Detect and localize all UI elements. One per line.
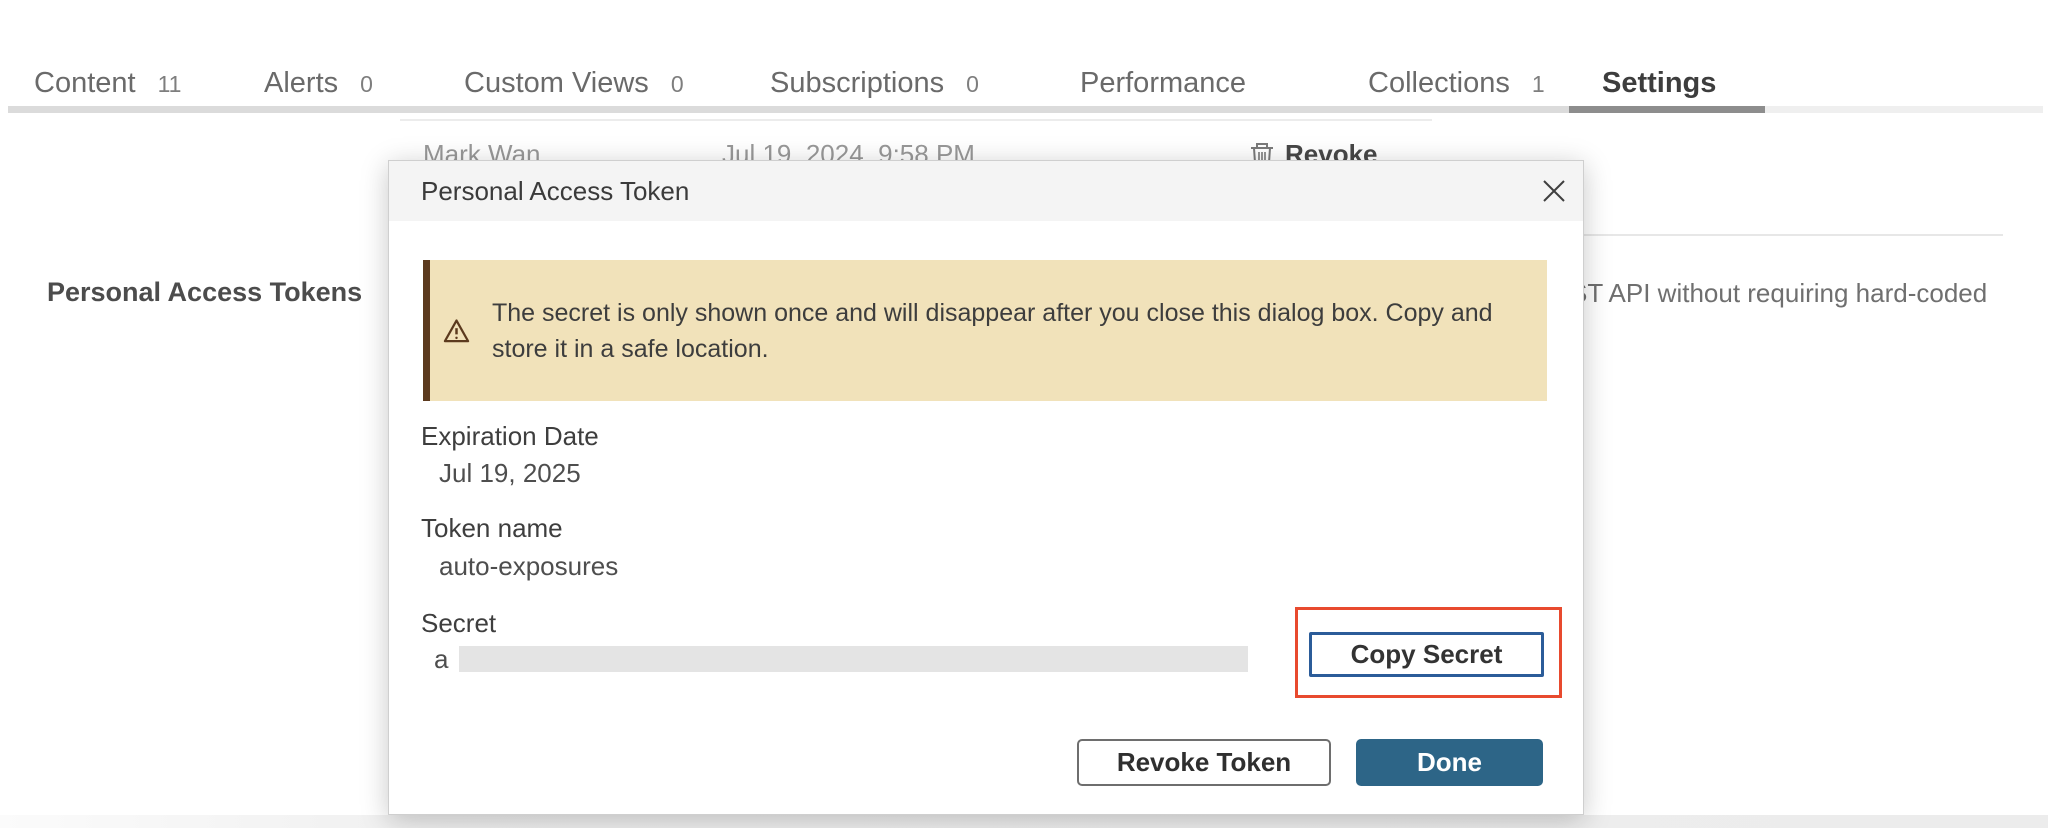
warning-icon [443, 318, 470, 344]
secret-redacted-bar [459, 646, 1248, 672]
secret-value-fragment: a [434, 643, 448, 675]
token-name-value: auto-exposures [439, 550, 618, 582]
tab-label: Settings [1602, 67, 1716, 100]
page-footer-strip [0, 815, 2048, 828]
done-button[interactable]: Done [1356, 739, 1543, 786]
warning-message: The secret is only shown once and will d… [492, 295, 1522, 367]
tab-label: Custom Views [464, 67, 649, 100]
tab-alerts[interactable]: Alerts 0 [264, 64, 373, 102]
dialog-title: Personal Access Token [421, 161, 689, 221]
expiration-date-value: Jul 19, 2025 [439, 457, 581, 489]
settings-page: Content 11 Alerts 0 Custom Views 0 Subsc… [0, 0, 2048, 828]
secret-label: Secret [421, 607, 496, 639]
active-tab-underline [1569, 106, 1765, 113]
tab-label: Content [34, 67, 136, 100]
table-divider [400, 119, 1432, 121]
tab-count: 0 [360, 71, 373, 98]
tab-custom-views[interactable]: Custom Views 0 [464, 64, 684, 102]
tab-collections[interactable]: Collections 1 [1368, 64, 1545, 102]
tab-label: Subscriptions [770, 67, 944, 100]
tab-label: Performance [1080, 67, 1246, 100]
tab-label: Collections [1368, 67, 1510, 100]
tab-count: 11 [158, 71, 182, 98]
tab-count: 0 [671, 71, 684, 98]
tab-count: 0 [966, 71, 979, 98]
tab-settings[interactable]: Settings [1602, 64, 1716, 102]
tab-label: Alerts [264, 67, 338, 100]
dialog-header: Personal Access Token [389, 161, 1583, 221]
warning-banner: The secret is only shown once and will d… [423, 260, 1547, 401]
expiration-date-label: Expiration Date [421, 420, 599, 452]
tab-performance[interactable]: Performance [1080, 64, 1246, 102]
tab-underline-track-right [1765, 106, 2043, 113]
tokens-description-fragment: ST API without requiring hard-coded [1570, 278, 1987, 309]
tab-count: 1 [1532, 71, 1545, 98]
tab-underline-track [8, 106, 1569, 113]
close-icon[interactable] [1537, 174, 1571, 208]
tab-content[interactable]: Content 11 [34, 64, 181, 102]
copy-secret-button[interactable]: Copy Secret [1309, 632, 1544, 677]
section-divider [1584, 234, 2003, 236]
personal-access-token-dialog: Personal Access Token The secret is only… [388, 160, 1584, 815]
personal-access-tokens-heading: Personal Access Tokens [47, 277, 362, 308]
revoke-token-button[interactable]: Revoke Token [1077, 739, 1331, 786]
tab-subscriptions[interactable]: Subscriptions 0 [770, 64, 979, 102]
token-name-label: Token name [421, 512, 563, 544]
